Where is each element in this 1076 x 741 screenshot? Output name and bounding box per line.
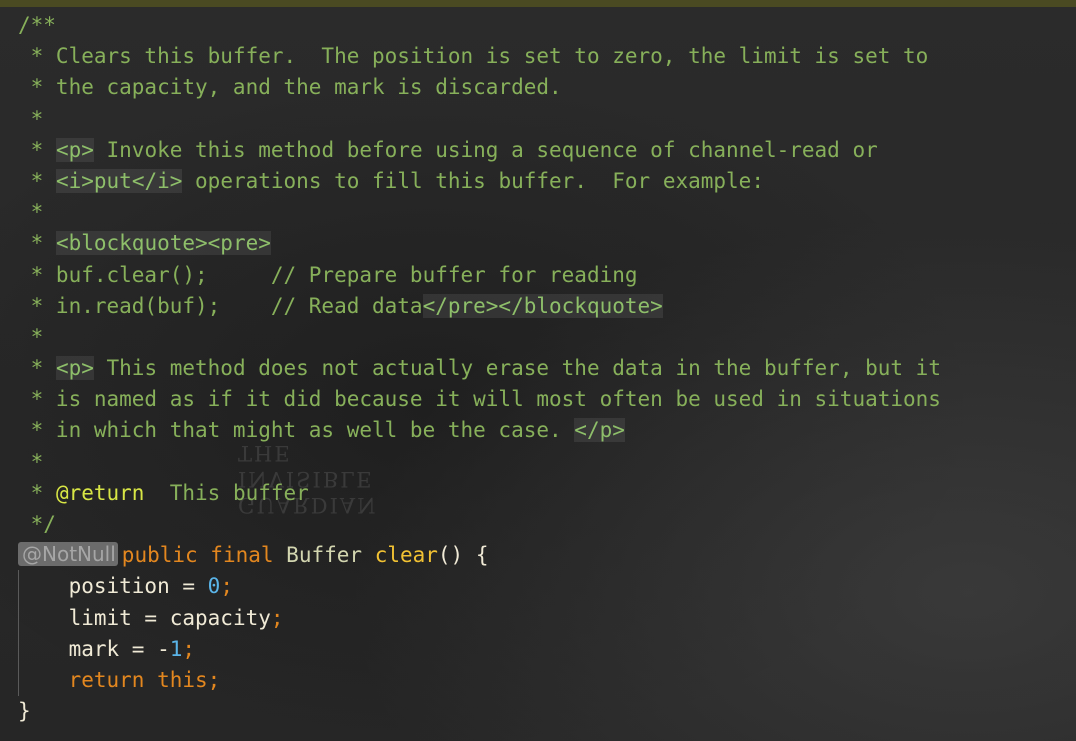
comment-text: This buffer <box>144 480 309 505</box>
code-editor[interactable]: GUARDIAN INVISIBLE THE /** * Clears this… <box>0 0 1076 741</box>
statement-text: limit = capacity <box>68 605 271 630</box>
comment-star: * <box>18 231 56 256</box>
statement-text: position = <box>68 574 208 599</box>
code-line: return this; <box>18 665 1076 696</box>
doc-comment-line: * in.read(buf); // Read data</pre></bloc… <box>18 291 1076 322</box>
doc-comment-line: */ <box>18 512 56 536</box>
comment-star: * <box>18 356 56 381</box>
comment-text: This method does not actually erase the … <box>93 356 941 381</box>
doc-comment-line: * <blockquote><pre> <box>18 228 1076 259</box>
editor-top-strip <box>0 0 1076 7</box>
number-literal: 1 <box>169 636 183 661</box>
html-tag: </i> <box>131 168 183 193</box>
comment-star: * <box>18 168 56 193</box>
html-tag: <p> <box>55 137 94 162</box>
doc-comment-line: * <i>put</i> operations to fill this buf… <box>18 166 1076 197</box>
html-tag: <blockquote><pre> <box>55 231 271 256</box>
html-tag: <p> <box>55 356 94 381</box>
doc-comment-line: * <box>18 106 44 131</box>
doc-comment-line: * @return This buffer <box>18 478 1076 509</box>
doc-comment-line: /** <box>18 13 56 37</box>
doc-comment-line: * <box>18 200 44 225</box>
code-block[interactable]: /** * Clears this buffer. The position i… <box>18 10 1076 727</box>
comment-text: * in which that might as well be the cas… <box>18 418 575 443</box>
doc-comment-line: * buf.clear(); // Prepare buffer for rea… <box>18 262 638 287</box>
return-type: Buffer <box>286 543 363 568</box>
notnull-annotation-hint: @NotNull <box>18 542 118 567</box>
html-tag: </pre></blockquote> <box>422 293 663 318</box>
html-tag: </p> <box>574 418 625 443</box>
doc-comment-line: * in which that might as well be the cas… <box>18 415 1076 446</box>
javadoc-return-tag: @return <box>55 480 145 505</box>
comment-star: * <box>18 137 56 162</box>
closing-brace-line: } <box>18 699 31 724</box>
doc-comment-line: * the capacity, and the mark is discarde… <box>18 75 562 100</box>
code-line: limit = capacity; <box>18 603 1076 634</box>
statement-text: mark = - <box>68 636 170 661</box>
method-name: clear <box>374 543 438 568</box>
comment-text: Invoke this method before using a sequen… <box>93 137 878 162</box>
doc-comment-line: * <p> Invoke this method before using a … <box>18 135 1076 166</box>
doc-comment-line: * <box>18 449 44 474</box>
method-brace: () { <box>437 543 489 568</box>
comment-star: * <box>18 480 56 505</box>
code-line: mark = -1; <box>18 634 1076 665</box>
doc-comment-line: * is named as if it did because it will … <box>18 387 941 412</box>
semicolon: ; <box>182 636 196 661</box>
code-line: position = 0; <box>18 571 1076 602</box>
comment-text: * in.read(buf); // Read data <box>18 293 423 318</box>
return-statement: return this; <box>68 667 221 692</box>
doc-comment-line: * <p> This method does not actually eras… <box>18 353 1076 384</box>
doc-comment-line: * Clears this buffer. The position is se… <box>18 44 929 69</box>
comment-text: operations to fill this buffer. For exam… <box>182 168 764 193</box>
html-tag: <i> <box>55 168 94 193</box>
doc-comment-line: * <box>18 324 44 349</box>
method-signature-line: @NotNull public final Buffer clear() { <box>18 540 1076 571</box>
html-tag-content: put <box>93 168 132 193</box>
number-literal: 0 <box>207 574 221 599</box>
semicolon: ; <box>220 574 233 599</box>
semicolon: ; <box>270 605 284 630</box>
modifier-keywords: public final <box>121 543 274 568</box>
